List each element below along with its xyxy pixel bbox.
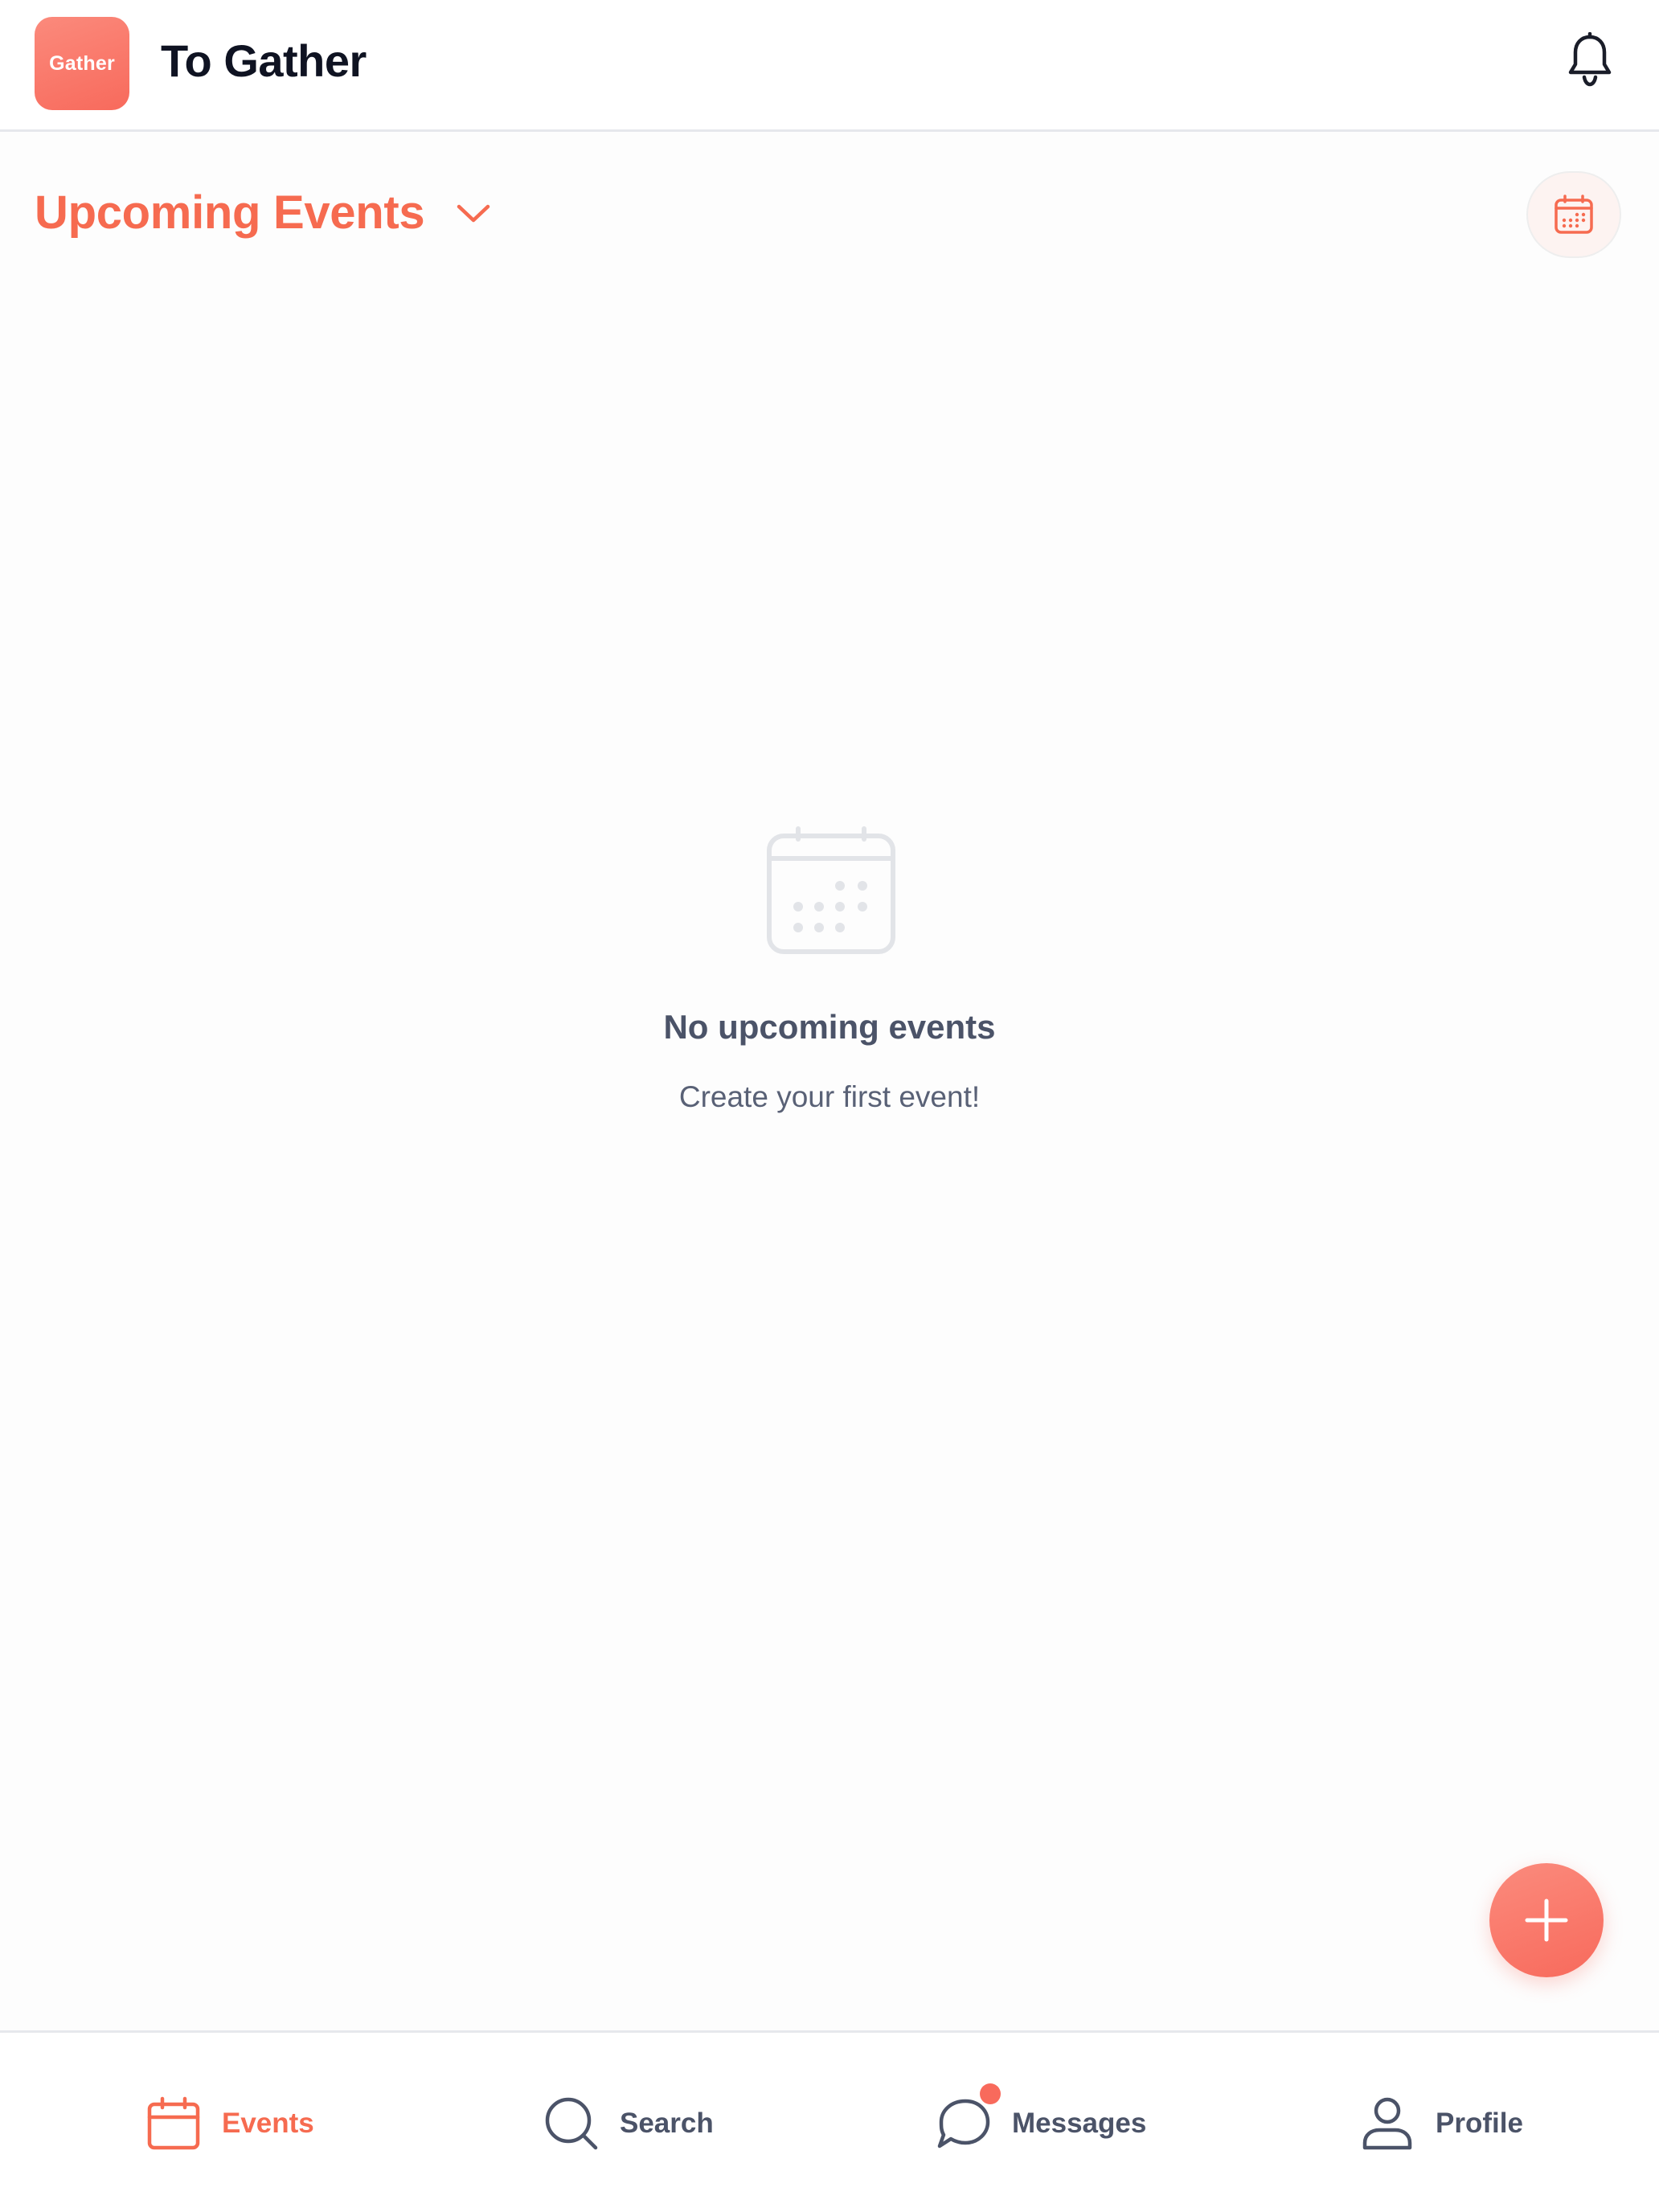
messages-icon-wrap: [935, 2083, 1001, 2153]
create-event-button[interactable]: [1489, 1863, 1604, 1977]
nav-label-profile: Profile: [1436, 2108, 1523, 2139]
nav-item-search[interactable]: Search: [543, 2033, 714, 2212]
app-title: To Gather: [161, 35, 367, 86]
empty-state-subtitle: Create your first event!: [678, 1080, 981, 1113]
user-icon: [1362, 2097, 1412, 2150]
search-icon: [545, 2097, 598, 2150]
nav-label-messages: Messages: [1012, 2108, 1147, 2139]
bottom-navigation: Events Search Messages Profile: [0, 2030, 1659, 2212]
events-filter-dropdown[interactable]: Upcoming Events: [35, 181, 492, 245]
calendar-icon: [147, 2096, 200, 2150]
nav-label-events: Events: [222, 2108, 314, 2139]
chat-bubble-icon: [937, 2099, 990, 2149]
calendar-view-button[interactable]: [1526, 171, 1621, 258]
calendar-icon: [1555, 195, 1593, 234]
bell-icon[interactable]: [1566, 32, 1614, 88]
app-logo-text: Gather: [49, 51, 115, 75]
empty-state-title: No upcoming events: [663, 1008, 996, 1046]
nav-item-messages[interactable]: Messages: [935, 2033, 1146, 2212]
section-title: Upcoming Events: [35, 186, 425, 239]
nav-item-events[interactable]: Events: [145, 2033, 314, 2212]
app-root: Gather To Gather Upcoming Events No upco…: [0, 0, 1659, 2212]
chevron-down-icon: [457, 204, 490, 223]
app-logo[interactable]: Gather: [35, 17, 129, 110]
unread-badge: [980, 2083, 1001, 2104]
nav-label-search: Search: [620, 2108, 714, 2139]
top-header: Gather To Gather: [0, 0, 1659, 132]
plus-icon: [1525, 1899, 1568, 1942]
nav-item-profile[interactable]: Profile: [1358, 2033, 1523, 2212]
empty-state-calendar-icon: [767, 826, 895, 954]
